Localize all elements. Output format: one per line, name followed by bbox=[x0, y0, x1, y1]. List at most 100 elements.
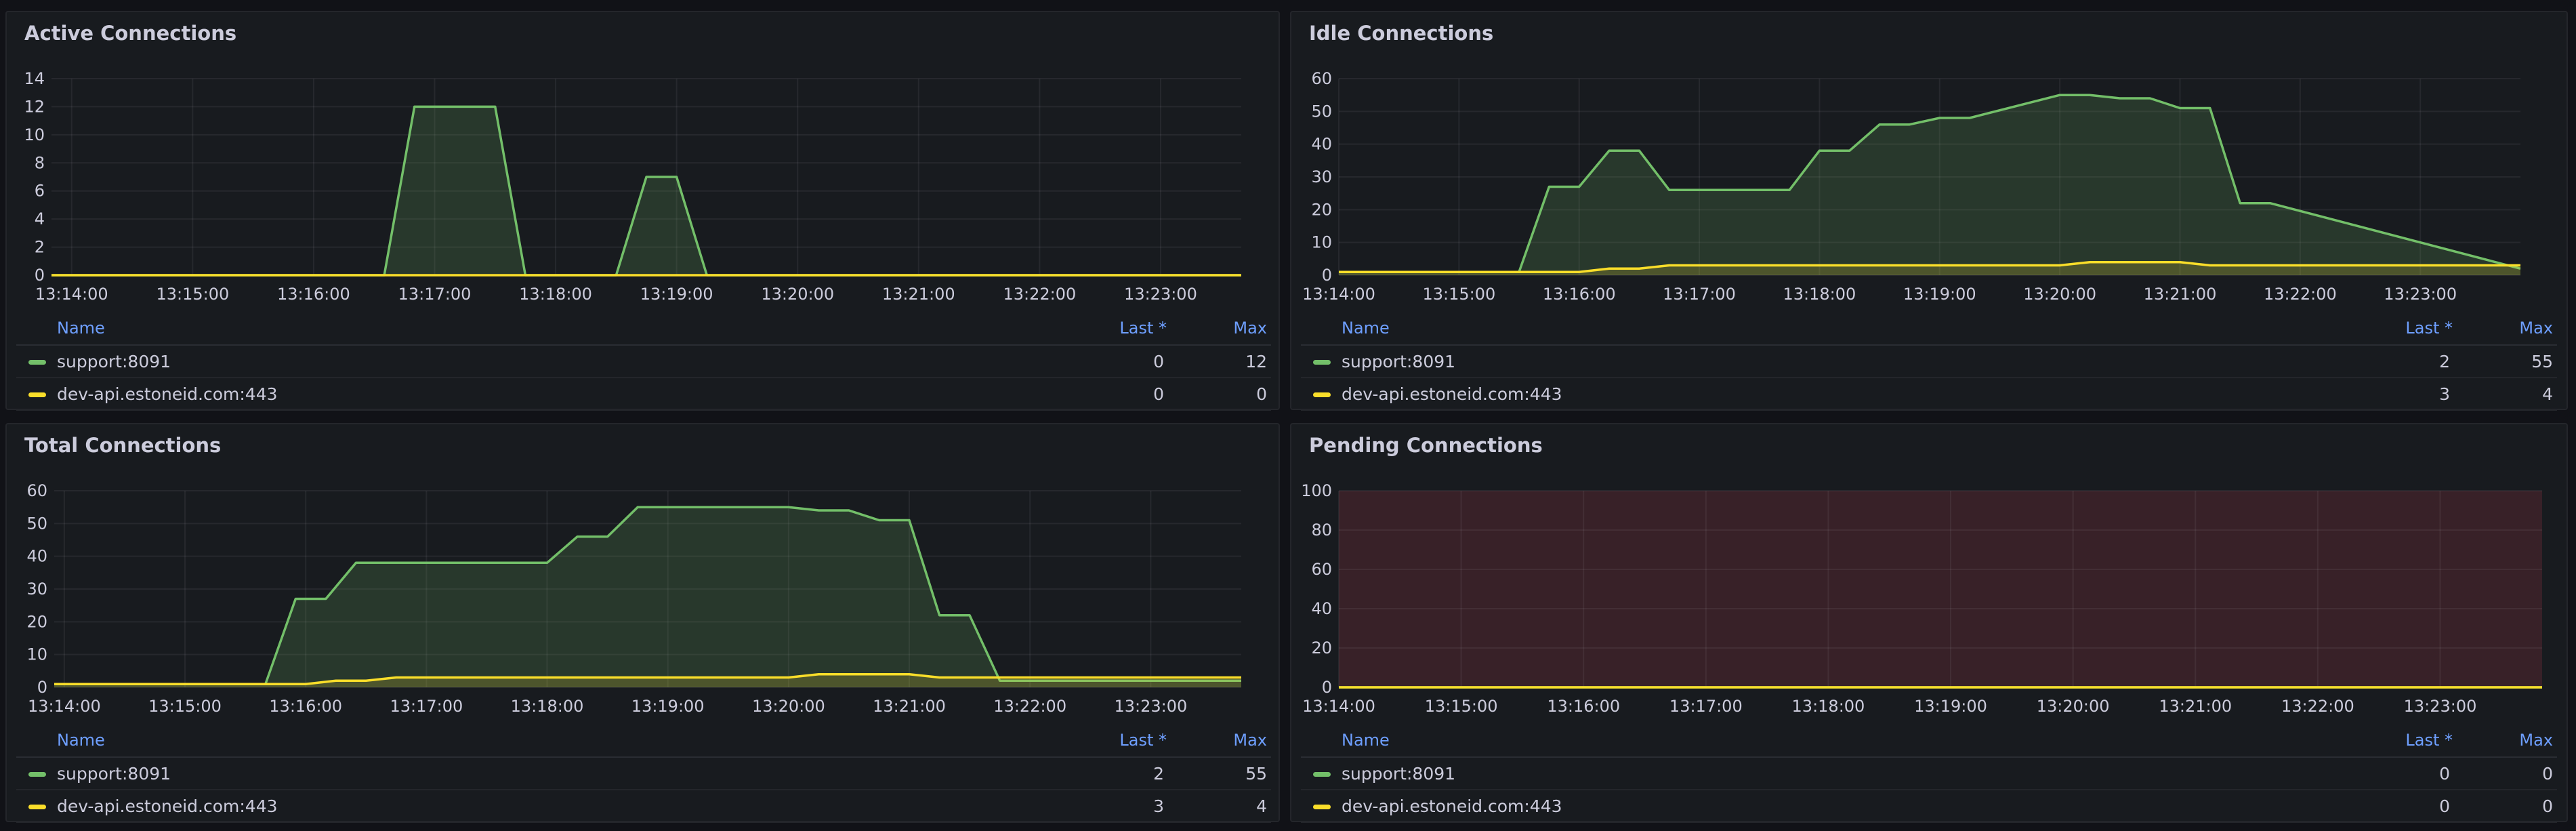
y-tick-label: 40 bbox=[1311, 599, 1332, 618]
x-tick-label: 13:19:00 bbox=[1903, 285, 1976, 304]
series-color-swatch bbox=[28, 805, 46, 809]
legend-header-last[interactable]: Last * bbox=[1119, 731, 1167, 750]
legend-table: Name Last * Max support:8091 0 12 dev-ap… bbox=[16, 313, 1271, 411]
legend-last-value: 0 bbox=[2439, 796, 2450, 816]
legend-max-value: 55 bbox=[1245, 764, 1267, 784]
y-tick-label: 10 bbox=[26, 645, 47, 664]
legend-header-name[interactable]: Name bbox=[57, 319, 105, 338]
x-tick-label: 13:17:00 bbox=[398, 285, 472, 304]
legend-last-value: 0 bbox=[1153, 352, 1164, 371]
x-tick-label: 13:16:00 bbox=[1547, 697, 1620, 716]
x-tick-label: 13:16:00 bbox=[1543, 285, 1616, 304]
series-area-support bbox=[54, 507, 1241, 687]
panel-active-connections[interactable]: Active Connections 0 2 4 6 8 10 12 14 13:14:00 13… bbox=[5, 11, 1280, 411]
legend-series-name[interactable]: dev-api.estoneid.com:443 bbox=[1342, 796, 1562, 816]
panel-idle-connections[interactable]: Idle Connections 0 10 20 30 40 50 60 13:14:00 13… bbox=[1290, 11, 2568, 411]
legend-header-max[interactable]: Max bbox=[1233, 319, 1267, 338]
x-tick-label: 13:21:00 bbox=[882, 285, 955, 304]
y-tick-label: 0 bbox=[1322, 266, 1332, 285]
legend-series-name[interactable]: support:8091 bbox=[1342, 352, 1455, 371]
legend-header-max[interactable]: Max bbox=[2519, 319, 2553, 338]
y-tick-label: 20 bbox=[1311, 639, 1332, 657]
y-tick-label: 8 bbox=[35, 153, 45, 172]
legend-header-last[interactable]: Last * bbox=[1119, 319, 1167, 338]
x-tick-label: 13:22:00 bbox=[1003, 285, 1076, 304]
chart-pending-connections: 0 20 40 60 80 100 13:14:00 13:15:00 13:16:00 13:1… bbox=[1301, 481, 2542, 716]
legend-max-value: 4 bbox=[2542, 384, 2553, 404]
legend-header-name[interactable]: Name bbox=[57, 731, 105, 750]
y-tick-label: 10 bbox=[24, 125, 45, 144]
x-tick-label: 13:14:00 bbox=[28, 697, 101, 716]
x-tick-label: 13:21:00 bbox=[873, 697, 946, 716]
chart-active-connections: 0 2 4 6 8 10 12 14 13:14:00 13:15:00 13:16:00 13:17… bbox=[24, 69, 1241, 304]
y-tick-label: 60 bbox=[26, 481, 47, 500]
series-color-swatch bbox=[1313, 772, 1331, 777]
legend-header-max[interactable]: Max bbox=[2519, 731, 2553, 750]
legend-header-last[interactable]: Last * bbox=[2405, 319, 2453, 338]
legend-header: Name Last * Max bbox=[1301, 725, 2557, 758]
y-tick-label: 14 bbox=[24, 69, 45, 88]
y-tick-label: 40 bbox=[26, 547, 47, 566]
x-tick-label: 13:23:00 bbox=[1124, 285, 1197, 304]
legend-row-support[interactable]: support:8091 2 55 bbox=[1301, 346, 2557, 378]
x-tick-label: 13:20:00 bbox=[2037, 697, 2110, 716]
y-tick-label: 30 bbox=[1311, 167, 1332, 186]
y-tick-label: 60 bbox=[1311, 69, 1332, 88]
legend-row-support[interactable]: support:8091 0 0 bbox=[1301, 758, 2557, 790]
y-tick-label: 40 bbox=[1311, 135, 1332, 154]
x-tick-label: 13:23:00 bbox=[1114, 697, 1187, 716]
x-tick-label: 13:15:00 bbox=[156, 285, 229, 304]
x-tick-label: 13:21:00 bbox=[2159, 697, 2232, 716]
x-tick-label: 13:15:00 bbox=[1422, 285, 1495, 304]
y-tick-label: 10 bbox=[1311, 233, 1332, 252]
legend-header-max[interactable]: Max bbox=[1233, 731, 1267, 750]
legend-series-name[interactable]: dev-api.estoneid.com:443 bbox=[57, 384, 278, 404]
legend-row-dev-api[interactable]: dev-api.estoneid.com:443 3 4 bbox=[1301, 378, 2557, 411]
legend-row-dev-api[interactable]: dev-api.estoneid.com:443 3 4 bbox=[16, 790, 1271, 823]
y-tick-label: 50 bbox=[1311, 102, 1332, 121]
legend-row-dev-api[interactable]: dev-api.estoneid.com:443 0 0 bbox=[1301, 790, 2557, 823]
x-tick-label: 13:15:00 bbox=[1425, 697, 1498, 716]
x-tick-label: 13:17:00 bbox=[1663, 285, 1736, 304]
legend-last-value: 3 bbox=[2439, 384, 2450, 404]
legend-series-name[interactable]: support:8091 bbox=[57, 764, 171, 784]
chart-idle-connections: 0 10 20 30 40 50 60 13:14:00 13:15:00 13:16:00 13:… bbox=[1302, 69, 2521, 304]
x-tick-label: 13:23:00 bbox=[2384, 285, 2457, 304]
legend-header-name[interactable]: Name bbox=[1342, 731, 1390, 750]
legend-series-name[interactable]: support:8091 bbox=[1342, 764, 1455, 784]
legend-last-value: 3 bbox=[1153, 796, 1164, 816]
y-tick-label: 4 bbox=[35, 209, 45, 228]
x-tick-label: 13:19:00 bbox=[640, 285, 713, 304]
x-tick-label: 13:21:00 bbox=[2144, 285, 2217, 304]
x-tick-label: 13:18:00 bbox=[1783, 285, 1856, 304]
x-tick-label: 13:18:00 bbox=[519, 285, 592, 304]
y-tick-label: 2 bbox=[35, 238, 45, 257]
x-tick-label: 13:19:00 bbox=[631, 697, 705, 716]
series-color-swatch bbox=[28, 360, 46, 365]
y-tick-label: 0 bbox=[1322, 678, 1332, 697]
legend-series-name[interactable]: support:8091 bbox=[57, 352, 171, 371]
legend-row-support[interactable]: support:8091 0 12 bbox=[16, 346, 1271, 378]
y-tick-label: 20 bbox=[1311, 200, 1332, 219]
series-color-swatch bbox=[28, 392, 46, 397]
legend-row-support[interactable]: support:8091 2 55 bbox=[16, 758, 1271, 790]
legend-row-dev-api[interactable]: dev-api.estoneid.com:443 0 0 bbox=[16, 378, 1271, 411]
x-tick-label: 13:18:00 bbox=[511, 697, 584, 716]
series-color-swatch bbox=[1313, 392, 1331, 397]
x-tick-label: 13:14:00 bbox=[1302, 285, 1375, 304]
chart-total-connections: 0 10 20 30 40 50 60 13:14:00 13:15:00 13:16:00 13:… bbox=[26, 481, 1241, 716]
legend-series-name[interactable]: dev-api.estoneid.com:443 bbox=[57, 796, 278, 816]
panel-pending-connections[interactable]: Pending Connections 0 20 40 60 80 100 13:14:00… bbox=[1290, 423, 2568, 823]
y-tick-label: 50 bbox=[26, 514, 47, 533]
panel-total-connections[interactable]: Total Connections 0 10 20 30 40 50 60 13:14:00 1… bbox=[5, 423, 1280, 823]
legend-header-last[interactable]: Last * bbox=[2405, 731, 2453, 750]
series-color-swatch bbox=[1313, 360, 1331, 365]
x-tick-label: 13:17:00 bbox=[390, 697, 463, 716]
x-tick-label: 13:14:00 bbox=[35, 285, 108, 304]
legend-table: Name Last * Max support:8091 0 0 dev-api… bbox=[1301, 725, 2557, 823]
y-tick-label: 80 bbox=[1311, 521, 1332, 540]
legend-max-value: 12 bbox=[1245, 352, 1267, 371]
legend-series-name[interactable]: dev-api.estoneid.com:443 bbox=[1342, 384, 1562, 404]
legend-header: Name Last * Max bbox=[16, 313, 1271, 346]
legend-header-name[interactable]: Name bbox=[1342, 319, 1390, 338]
